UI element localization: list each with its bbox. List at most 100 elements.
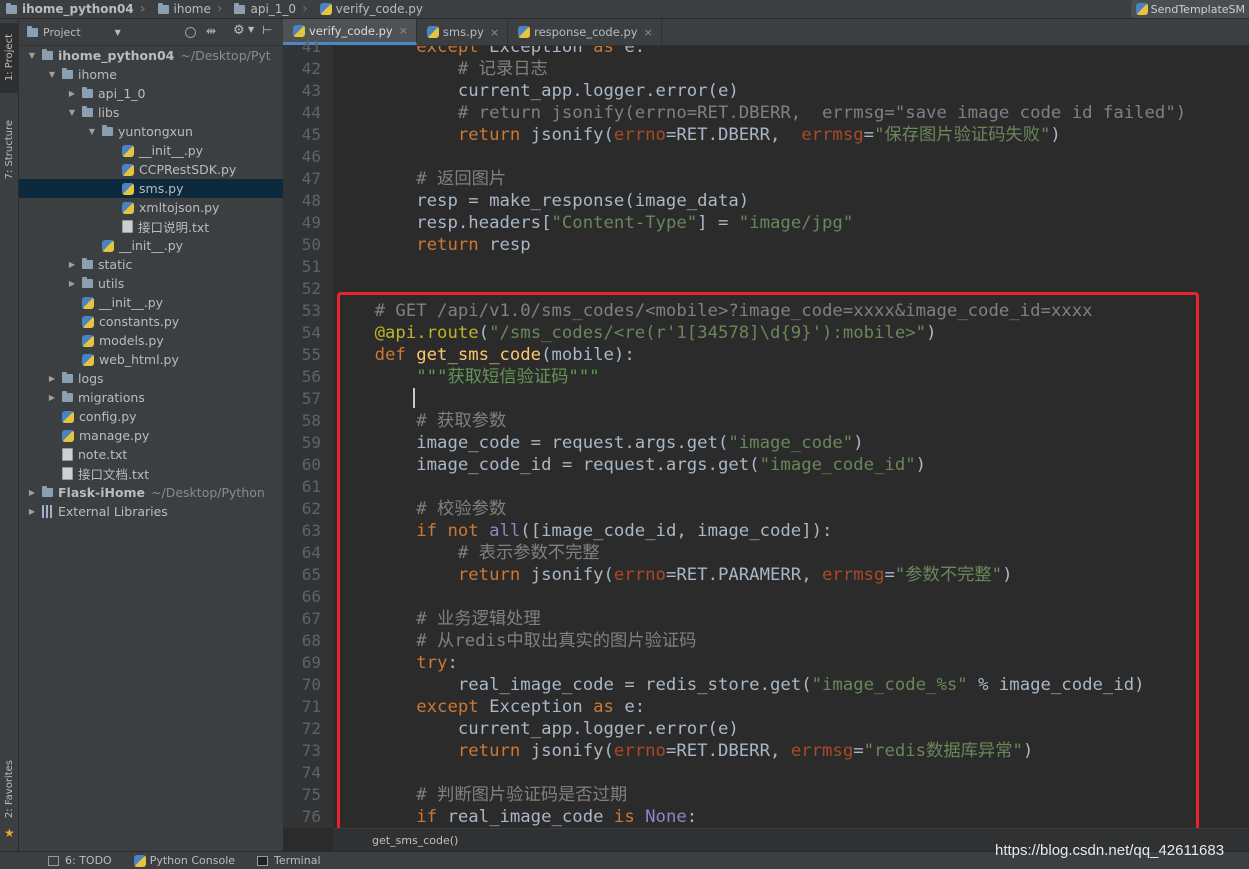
folder-icon: [82, 258, 93, 269]
tree-item[interactable]: ▶ static: [19, 255, 283, 274]
collapse-arrow-icon[interactable]: ▶: [67, 89, 77, 98]
python-file-icon: [518, 26, 531, 38]
collapse-arrow-icon[interactable]: ▶: [47, 374, 57, 383]
collapse-icon[interactable]: ⇹: [206, 24, 216, 38]
tree-item[interactable]: ▶ logs: [19, 369, 283, 388]
tree-item-path-hint: ~/Desktop/Python: [151, 485, 265, 500]
tree-item-label: xmltojson.py: [139, 200, 220, 215]
tree-item[interactable]: note.txt: [19, 445, 283, 464]
python-file-icon: [102, 239, 114, 252]
close-icon[interactable]: ×: [644, 26, 653, 39]
editor-tab-label: response_code.py: [534, 25, 638, 39]
code-line: except Exception as e:: [333, 697, 646, 717]
tree-item-label: models.py: [99, 333, 164, 348]
tree-item-label: migrations: [78, 390, 145, 405]
expand-arrow-icon[interactable]: ▼: [27, 51, 37, 60]
tree-item-label: api_1_0: [98, 86, 146, 101]
tree-item[interactable]: web_html.py: [19, 350, 283, 369]
close-icon[interactable]: ×: [399, 24, 408, 37]
breadcrumb-api[interactable]: api_1_0 ›: [228, 0, 313, 19]
tool-tab-label: 7: Structure: [4, 120, 15, 180]
line-number: 41: [301, 37, 321, 56]
tree-item[interactable]: __init__.py: [19, 141, 283, 160]
tree-item[interactable]: config.py: [19, 407, 283, 426]
breadcrumb-project[interactable]: ihome_python04 ›: [0, 0, 152, 19]
chevron-right-icon: ›: [216, 1, 223, 17]
collapse-arrow-icon[interactable]: ▶: [67, 279, 77, 288]
breadcrumb-label: verify_code.py: [335, 2, 424, 16]
line-number: 49: [301, 213, 321, 232]
line-number: 76: [301, 807, 321, 826]
tool-tab-terminal[interactable]: Terminal: [257, 852, 321, 869]
python-file-icon: [62, 410, 74, 423]
tree-item[interactable]: __init__.py: [19, 236, 283, 255]
expand-arrow-icon[interactable]: ▼: [87, 127, 97, 136]
tree-item[interactable]: models.py: [19, 331, 283, 350]
breadcrumb-label: ihome_python04: [22, 2, 134, 16]
tree-item[interactable]: ▶ utils: [19, 274, 283, 293]
tool-tab-structure[interactable]: 7: Structure: [0, 115, 19, 185]
collapse-arrow-icon[interactable]: ▶: [67, 260, 77, 269]
project-view-icon: [27, 25, 38, 37]
breadcrumb-file[interactable]: verify_code.py: [314, 0, 429, 19]
line-number: 45: [301, 125, 321, 144]
breadcrumb-label: ihome: [173, 2, 211, 16]
tree-item[interactable]: ▼ ihome: [19, 65, 283, 84]
editor-tab[interactable]: sms.py ×: [417, 19, 509, 45]
tree-item[interactable]: sms.py: [19, 179, 283, 198]
tree-item[interactable]: xmltojson.py: [19, 198, 283, 217]
project-view-selector[interactable]: Project: [43, 26, 81, 39]
chevron-down-icon[interactable]: ▼: [248, 25, 254, 34]
gear-icon[interactable]: ⚙: [233, 23, 245, 38]
tree-item-label: utils: [98, 276, 125, 291]
tool-tab-project[interactable]: 1: Project: [0, 23, 19, 93]
tree-item[interactable]: ▼ ihome_python04 ~/Desktop/Pyt: [19, 46, 283, 65]
collapse-arrow-icon[interactable]: ▶: [27, 488, 37, 497]
tree-item[interactable]: constants.py: [19, 312, 283, 331]
tree-item[interactable]: ▶ migrations: [19, 388, 283, 407]
tree-item-label: 接口说明.txt: [138, 220, 210, 235]
tree-item-label: ihome: [78, 67, 117, 82]
python-file-icon: [122, 201, 134, 214]
tree-item[interactable]: ▶ Flask-iHome ~/Desktop/Python: [19, 483, 283, 502]
tool-tab-label: 2: Favorites: [4, 759, 15, 819]
tree-item[interactable]: 接口文档.txt: [19, 464, 283, 483]
todo-icon: [48, 855, 59, 866]
line-number: 59: [301, 433, 321, 452]
code-editor[interactable]: except Exception as e: # 记录日志 current_ap…: [333, 46, 1249, 828]
tree-item[interactable]: ▼ libs: [19, 103, 283, 122]
chevron-down-icon[interactable]: ▼: [115, 28, 121, 37]
collapse-arrow-icon[interactable]: ▶: [47, 393, 57, 402]
line-number: 62: [301, 499, 321, 518]
tree-item[interactable]: ▼ yuntongxun: [19, 122, 283, 141]
close-icon[interactable]: ×: [490, 26, 499, 39]
collapse-arrow-icon[interactable]: ▶: [27, 507, 37, 516]
line-number: 56: [301, 367, 321, 386]
tree-item-label: CCPRestSDK.py: [139, 162, 237, 177]
tree-item[interactable]: ▶ External Libraries: [19, 502, 283, 521]
expand-arrow-icon[interactable]: ▼: [47, 70, 57, 79]
target-icon[interactable]: [185, 27, 196, 38]
run-config-tab[interactable]: SendTemplateSM: [1130, 0, 1249, 18]
tree-item[interactable]: CCPRestSDK.py: [19, 160, 283, 179]
tool-tab-python-console[interactable]: Python Console: [133, 852, 235, 869]
tree-item[interactable]: 接口说明.txt: [19, 217, 283, 236]
editor-tab[interactable]: response_code.py ×: [508, 19, 662, 45]
tree-item[interactable]: __init__.py: [19, 293, 283, 312]
folder-icon: [42, 49, 53, 60]
expand-arrow-icon[interactable]: ▼: [67, 108, 77, 117]
folder-icon: [102, 125, 113, 136]
folder-icon: [82, 277, 93, 288]
python-file-icon: [122, 182, 134, 195]
tool-tab-todo[interactable]: 6: TODO: [48, 852, 112, 869]
tool-tab-label: 6: TODO: [65, 854, 112, 867]
tree-item[interactable]: manage.py: [19, 426, 283, 445]
tree-item[interactable]: ▶ api_1_0: [19, 84, 283, 103]
code-line: current_app.logger.error(e): [333, 81, 739, 101]
tree-item-label: static: [98, 257, 133, 272]
star-icon: ★: [4, 826, 15, 840]
hide-panel-icon[interactable]: ⊢: [262, 23, 272, 37]
tool-tab-favorites[interactable]: 2: Favorites: [0, 749, 19, 829]
line-number: 55: [301, 345, 321, 364]
breadcrumb-ihome[interactable]: ihome ›: [152, 0, 229, 19]
